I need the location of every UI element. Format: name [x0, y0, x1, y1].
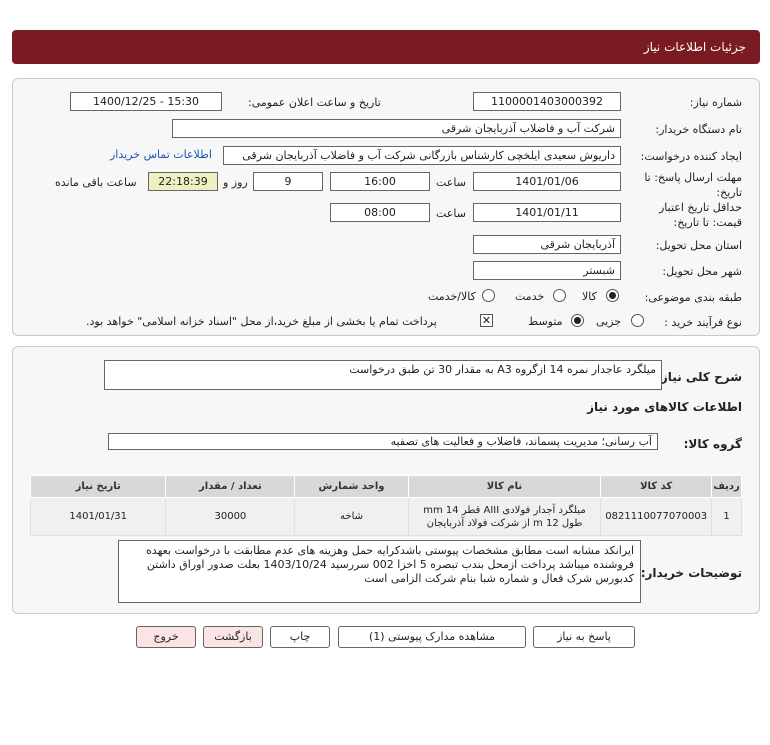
- category-label: طبقه بندی موضوعی:: [644, 291, 742, 304]
- days-field: 9: [253, 172, 323, 191]
- category-option-goods: کالا: [582, 290, 597, 303]
- table-row: 1 0821110077070003 میلگرد آجدار فولادی A…: [29, 497, 742, 536]
- page-header: جزئیات اطلاعات نیاز: [12, 30, 760, 64]
- col-date: تاریخ نیاز: [29, 475, 167, 498]
- category-radio-goods[interactable]: [606, 289, 619, 302]
- print-button[interactable]: چاپ: [270, 626, 330, 648]
- cell-qty: 30000: [165, 497, 296, 536]
- creator-label: ایجاد کننده درخواست:: [640, 150, 742, 163]
- buyer-field: شرکت آب و فاضلاب آذربایجان شرقی: [172, 119, 621, 138]
- creator-field: داریوش سعیدی ایلخچی کارشناس بازرگانی شرک…: [223, 146, 621, 165]
- goods-section-title: اطلاعات کالاهای مورد نیاز: [587, 400, 742, 414]
- goods-table-header: ردیف کد کالا نام کالا واحد شمارش تعداد /…: [29, 475, 742, 498]
- process-radio-minor[interactable]: [631, 314, 644, 327]
- cell-row: 1: [711, 497, 742, 536]
- col-unit: واحد شمارش: [294, 475, 409, 498]
- back-button[interactable]: بازگشت: [203, 626, 263, 648]
- city-field: شبستر: [473, 261, 621, 280]
- process-label: نوع فرآیند خرید :: [664, 316, 742, 329]
- attachments-button[interactable]: مشاهده مدارک پیوستی (1): [338, 626, 526, 648]
- deadline-time-label: ساعت: [436, 176, 466, 189]
- announce-label: تاریخ و ساعت اعلان عمومی:: [248, 96, 381, 109]
- payment-note: پرداخت تمام یا بخشی از مبلغ خرید،از محل …: [86, 315, 437, 328]
- col-qty: تعداد / مقدار: [165, 475, 296, 498]
- announce-field: 1400/12/25 - 15:30: [70, 92, 222, 111]
- buyer-label: نام دستگاه خریدار:: [655, 123, 742, 136]
- cell-code: 0821110077070003: [600, 497, 713, 536]
- col-row: ردیف: [711, 475, 742, 498]
- city-label: شهر محل تحویل:: [662, 265, 742, 278]
- process-option-medium: متوسط: [528, 315, 563, 328]
- validity-label: حداقل تاریخ اعتبار قیمت: تا تاریخ:: [658, 201, 742, 229]
- category-radio-service[interactable]: [553, 289, 566, 302]
- col-code: کد کالا: [600, 475, 713, 498]
- goods-table: ردیف کد کالا نام کالا واحد شمارش تعداد /…: [29, 475, 742, 536]
- treasury-checkbox[interactable]: ✕: [480, 314, 493, 327]
- category-option-service: خدمت: [515, 290, 545, 303]
- category-option-goods-service: کالا/خدمت: [428, 290, 476, 303]
- remaining-label: ساعت باقی مانده: [55, 176, 137, 189]
- province-label: استان محل تحویل:: [655, 239, 742, 252]
- province-field: آذربایجان شرقی: [473, 235, 621, 254]
- process-option-minor: جزیی: [596, 315, 622, 328]
- need-number-field: 1100001403000392: [473, 92, 621, 111]
- validity-time-label: ساعت: [436, 207, 466, 220]
- summary-field: میلگرد عاجدار نمره 14 ازگروه A3 به مقدار…: [104, 360, 662, 390]
- need-number-label: شماره نیاز:: [689, 96, 742, 109]
- deadline-time-field: 16:00: [330, 172, 430, 191]
- notes-field: ایرانکد مشابه است مطابق مشخصات پیوستی با…: [118, 540, 641, 603]
- days-label: روز و: [223, 176, 248, 189]
- category-radio-goods-service[interactable]: [482, 289, 495, 302]
- deadline-date-field: 1401/01/06: [473, 172, 621, 191]
- goods-group-field: آب رسانی؛ مدیریت پسماند، فاضلاب و فعالیت…: [108, 433, 658, 450]
- process-radio-medium[interactable]: [571, 314, 584, 327]
- buyer-contact-link[interactable]: اطلاعات تماس خریدار: [110, 148, 212, 161]
- cell-unit: شاخه: [294, 497, 409, 536]
- deadline-label: مهلت ارسال پاسخ: تا تاریخ:: [644, 171, 742, 199]
- validity-time-field: 08:00: [330, 203, 430, 222]
- col-name: نام کالا: [407, 475, 602, 498]
- cell-date: 1401/01/31: [29, 497, 167, 536]
- validity-date-field: 1401/01/11: [473, 203, 621, 222]
- exit-button[interactable]: خروج: [136, 626, 196, 648]
- page-title: جزئیات اطلاعات نیاز: [643, 40, 746, 54]
- reply-button[interactable]: پاسخ به نیاز: [533, 626, 635, 648]
- goods-group-label: گروه کالا:: [683, 437, 742, 451]
- summary-label: شرح کلی نیاز:: [656, 370, 742, 384]
- notes-label: توضیحات خریدار:: [640, 566, 742, 580]
- cell-name: میلگرد آجدار فولادی AIII قطر 14 mm طول 1…: [407, 497, 602, 536]
- remaining-time-field: 22:18:39: [148, 172, 218, 191]
